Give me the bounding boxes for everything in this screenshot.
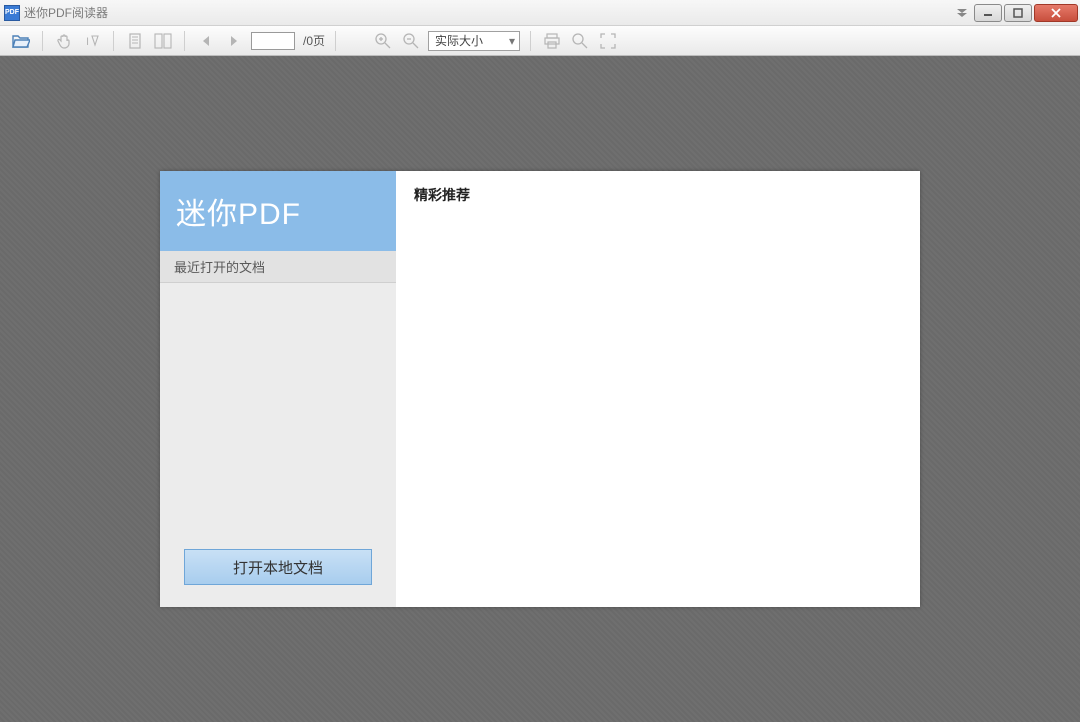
zoom-select[interactable]: 实际大小 ▾ — [428, 31, 520, 51]
chevron-down-icon: ▾ — [509, 34, 515, 48]
prev-page-icon[interactable] — [195, 30, 217, 52]
svg-text:I: I — [86, 36, 89, 48]
next-page-icon[interactable] — [223, 30, 245, 52]
titlebar: PDF 迷你PDF阅读器 — [0, 0, 1080, 26]
recent-docs-header: 最近打开的文档 — [160, 251, 396, 283]
start-right-column: 精彩推荐 — [396, 171, 920, 607]
zoom-in-icon[interactable] — [372, 30, 394, 52]
page-total-label: /0页 — [303, 32, 325, 49]
separator — [530, 31, 531, 51]
recommend-title: 精彩推荐 — [414, 185, 902, 205]
separator — [335, 31, 336, 51]
start-left-column: 迷你PDF 最近打开的文档 打开本地文档 — [160, 171, 396, 607]
facing-pages-icon[interactable] — [152, 30, 174, 52]
text-select-icon[interactable]: I — [81, 30, 103, 52]
minimize-button[interactable] — [974, 4, 1002, 22]
separator — [113, 31, 114, 51]
window-title: 迷你PDF阅读器 — [24, 4, 952, 21]
recent-docs-list — [160, 283, 396, 537]
maximize-button[interactable] — [1004, 4, 1032, 22]
titlebar-menu-icon[interactable] — [952, 4, 972, 22]
app-icon: PDF — [4, 5, 20, 21]
open-local-file-button[interactable]: 打开本地文档 — [184, 549, 372, 585]
search-icon[interactable] — [569, 30, 591, 52]
print-icon[interactable] — [541, 30, 563, 52]
zoom-select-value: 实际大小 — [435, 32, 483, 49]
fullscreen-icon[interactable] — [597, 30, 619, 52]
toolbar: I /0页 实际大小 ▾ — [0, 26, 1080, 56]
open-file-icon[interactable] — [10, 30, 32, 52]
window-controls — [952, 4, 1080, 22]
page-number-input[interactable] — [251, 32, 295, 50]
hand-tool-icon[interactable] — [53, 30, 75, 52]
close-button[interactable] — [1034, 4, 1078, 22]
start-panel: 迷你PDF 最近打开的文档 打开本地文档 精彩推荐 — [160, 171, 920, 607]
separator — [184, 31, 185, 51]
single-page-icon[interactable] — [124, 30, 146, 52]
zoom-out-icon[interactable] — [400, 30, 422, 52]
separator — [42, 31, 43, 51]
workspace: 迷你PDF 最近打开的文档 打开本地文档 精彩推荐 — [0, 56, 1080, 722]
brand-banner: 迷你PDF — [160, 171, 396, 251]
